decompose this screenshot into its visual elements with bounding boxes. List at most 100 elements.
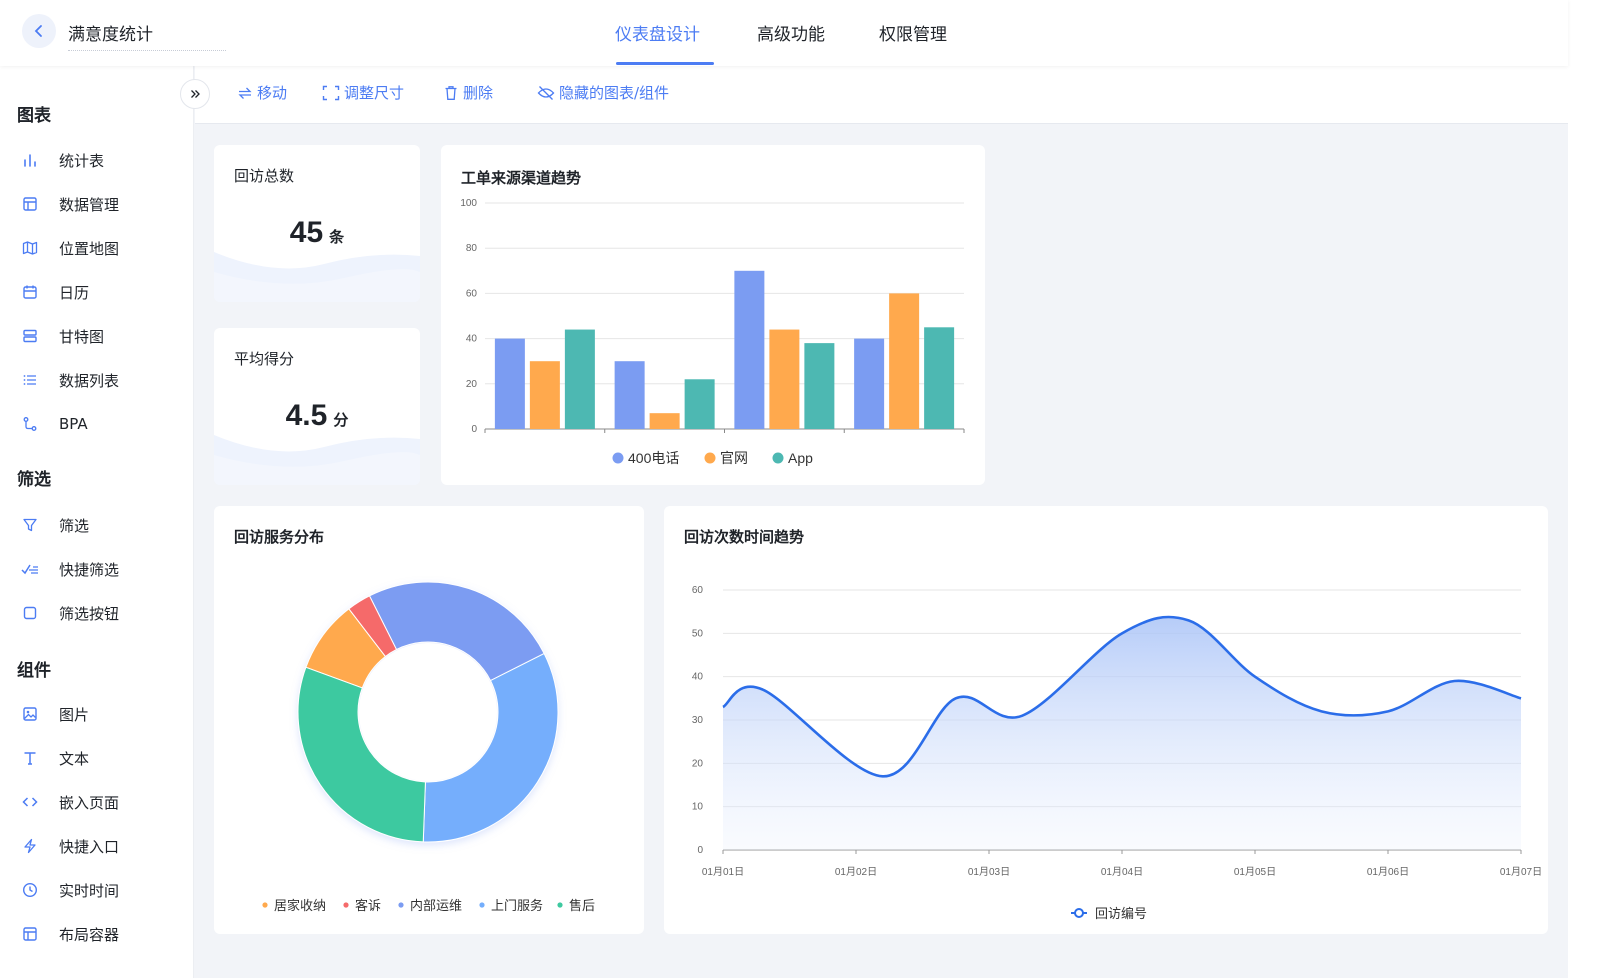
bar: [889, 293, 920, 429]
decorative-wave: [214, 252, 420, 302]
legend-marker: [398, 902, 404, 908]
area-fill: [723, 616, 1521, 850]
legend-label: 售后: [569, 898, 595, 913]
sidebar-item-text[interactable]: 文本: [20, 744, 180, 772]
sidebar-item-label: 快捷入口: [59, 837, 120, 856]
sidebar-item-filter[interactable]: 筛选: [20, 511, 180, 539]
section-title-components: 组件: [17, 661, 51, 681]
sidebar-item-label: 甘特图: [59, 327, 105, 346]
sidebar-item-gantt[interactable]: 甘特图: [20, 322, 180, 350]
back-button[interactable]: [22, 14, 56, 48]
sidebar-item-label: 筛选按钮: [59, 604, 120, 623]
page-title[interactable]: 满意度统计: [68, 20, 153, 45]
flow-icon: [20, 414, 40, 434]
legend-marker: [479, 902, 485, 908]
tab-permissions[interactable]: 权限管理: [879, 20, 947, 45]
section-title-filters: 筛选: [17, 470, 51, 490]
tab-advanced[interactable]: 高级功能: [757, 20, 825, 45]
y-tick-label: 0: [697, 845, 703, 856]
sidebar-item-embed-page[interactable]: 嵌入页面: [20, 788, 180, 816]
y-tick-label: 60: [466, 288, 478, 299]
sidebar-item-label: 嵌入页面: [59, 793, 120, 812]
list-icon: [20, 370, 40, 390]
expand-sidebar-button[interactable]: [180, 79, 210, 109]
x-tick-label: 01月07日: [1500, 866, 1542, 878]
sidebar-item-data-list[interactable]: 数据列表: [20, 366, 180, 394]
y-tick-label: 60: [692, 585, 704, 596]
sidebar-item-label: 快捷筛选: [59, 560, 120, 579]
bar: [614, 361, 645, 429]
y-tick-label: 80: [466, 243, 478, 254]
legend-label: 内部运维: [410, 898, 462, 913]
sidebar-item-realtime[interactable]: 实时时间: [20, 876, 180, 904]
card-title: 回访总数: [234, 167, 295, 185]
resize-button[interactable]: 调整尺寸: [322, 82, 404, 103]
checkbox-icon: [20, 603, 40, 623]
y-tick-label: 50: [692, 628, 704, 639]
bar: [564, 329, 595, 429]
donut-chart: 居家收纳 客诉 内部运维 上门服务 售后: [262, 581, 595, 913]
section-title-charts: 图表: [17, 106, 51, 126]
filter-icon: [20, 515, 40, 535]
card-title: 平均得分: [234, 350, 295, 368]
bar: [734, 270, 765, 429]
delete-button[interactable]: 删除: [443, 82, 493, 103]
sidebar-item-label: 文本: [59, 749, 90, 768]
move-icon: [238, 87, 252, 99]
text-icon: [20, 748, 40, 768]
y-tick-label: 40: [466, 334, 478, 345]
tab-dashboard-design[interactable]: 仪表盘设计: [615, 20, 700, 45]
legend-label: 400电话: [628, 450, 679, 466]
x-tick-label: 01月05日: [1234, 866, 1276, 878]
sidebar-item-quick-filter[interactable]: 快捷筛选: [20, 555, 180, 583]
sidebar-item-layout-container[interactable]: 布局容器: [20, 920, 180, 948]
double-chevron-right-icon: [191, 90, 200, 98]
resize-label: 调整尺寸: [344, 84, 405, 102]
bar-chart-icon: [20, 150, 40, 170]
visit-time-trend-card[interactable]: 回访次数时间趋势 0 10 20 30 40 50 60 01月01日 01月02日 01月03日…: [664, 506, 1548, 934]
donut-hole: [359, 643, 497, 781]
legend-marker: [704, 452, 716, 464]
channel-trend-card[interactable]: 工单来源渠道趋势 0 20 40 60 80 100 400电话 官网 App: [441, 145, 985, 485]
move-button[interactable]: 移动: [237, 82, 287, 103]
service-distribution-card[interactable]: 回访服务分布 居家收纳 客诉 内部运维 上门服务 售后: [214, 506, 644, 934]
area-chart: 0 10 20 30 40 50 60 01月01日 01月02日 01月03日 01月04日 01月…: [692, 585, 1542, 921]
legend-label: 回访编号: [1095, 906, 1147, 921]
bar: [854, 338, 885, 429]
y-tick-label: 40: [692, 672, 704, 683]
bar: [649, 413, 680, 429]
top-header: 满意度统计 仪表盘设计 高级功能 权限管理: [0, 0, 1568, 66]
x-tick-label: 01月02日: [835, 866, 877, 878]
sidebar-item-label: 筛选: [59, 516, 90, 535]
map-icon: [20, 238, 40, 258]
layout-icon: [20, 924, 40, 944]
total-visits-card[interactable]: 回访总数 45 条: [214, 145, 420, 302]
hidden-components-button[interactable]: 隐藏的图表/组件: [537, 82, 669, 103]
quick-filter-icon: [20, 559, 40, 579]
sidebar-item-calendar[interactable]: 日历: [20, 278, 180, 306]
sidebar-item-filter-button[interactable]: 筛选按钮: [20, 599, 180, 627]
x-tick-label: 01月06日: [1367, 866, 1409, 878]
sidebar-item-stat-table[interactable]: 统计表: [20, 146, 180, 174]
sidebar-item-image[interactable]: 图片: [20, 700, 180, 728]
sidebar-item-label: 数据管理: [59, 195, 120, 214]
sidebar-item-data-management[interactable]: 数据管理: [20, 190, 180, 218]
y-tick-label: 30: [692, 715, 704, 726]
x-tick-label: 01月01日: [702, 866, 744, 878]
sidebar-item-label: 统计表: [59, 151, 105, 170]
bar: [529, 361, 560, 429]
legend-label: 居家收纳: [274, 898, 326, 913]
chevron-left-icon: [34, 25, 42, 37]
x-tick-label: 01月04日: [1101, 866, 1143, 878]
sidebar-item-label: 位置地图: [59, 239, 120, 258]
y-tick-label: 0: [471, 424, 477, 435]
title-underline: [68, 50, 226, 51]
sidebar-item-quick-entry[interactable]: 快捷入口: [20, 832, 180, 860]
scrollbar-track[interactable]: [1568, 0, 1608, 978]
decorative-wave: [214, 435, 420, 485]
y-tick-label: 100: [460, 198, 477, 209]
legend-label: 上门服务: [491, 898, 543, 913]
sidebar-item-location-map[interactable]: 位置地图: [20, 234, 180, 262]
average-score-card[interactable]: 平均得分 4.5 分: [214, 328, 420, 485]
sidebar-item-bpa[interactable]: BPA: [20, 410, 180, 438]
